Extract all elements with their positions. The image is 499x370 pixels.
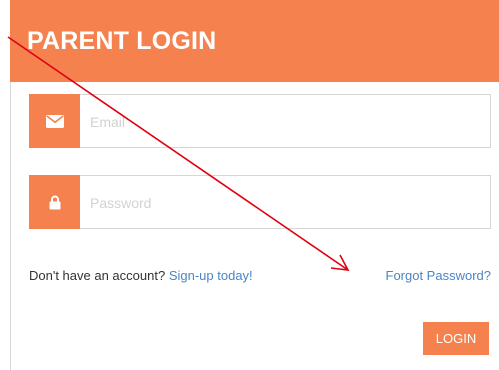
email-field[interactable] xyxy=(29,94,491,149)
signup-prompt: Don't have an account? Sign-up today! xyxy=(29,268,253,283)
login-header: PARENT LOGIN xyxy=(10,0,499,82)
login-button[interactable]: LOGIN xyxy=(423,322,489,355)
envelope-icon xyxy=(29,94,80,148)
password-input[interactable] xyxy=(88,176,482,230)
lock-icon xyxy=(29,175,80,229)
forgot-password-link[interactable]: Forgot Password? xyxy=(386,268,492,283)
signup-prompt-text: Don't have an account? xyxy=(29,268,166,283)
email-input[interactable] xyxy=(88,95,482,149)
signup-link[interactable]: Sign-up today! xyxy=(169,268,253,283)
password-field[interactable] xyxy=(29,175,491,230)
page-title: PARENT LOGIN xyxy=(27,27,217,55)
